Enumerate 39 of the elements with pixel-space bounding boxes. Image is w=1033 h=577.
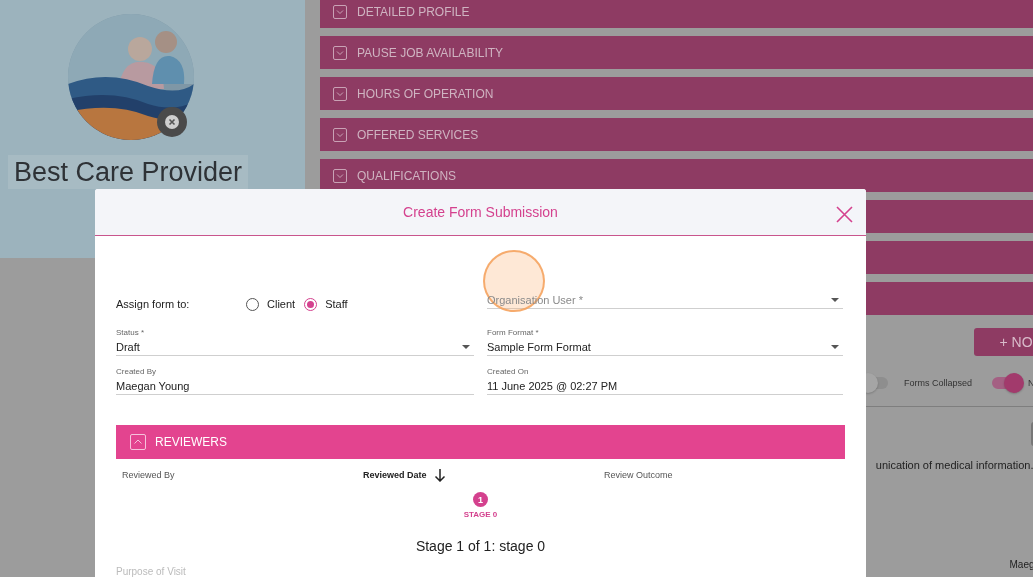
field-label: Created On	[487, 367, 530, 377]
close-icon	[836, 206, 853, 223]
radio-option[interactable]: Client	[246, 297, 296, 311]
close-button[interactable]	[836, 206, 853, 223]
section-header[interactable]: QUALIFICATIONS	[320, 159, 1033, 192]
column-header[interactable]: Review Outcome	[604, 470, 673, 480]
stage-label: STAGE 0	[463, 510, 498, 519]
caret-icon	[462, 344, 470, 349]
description-text: unication of medical information.	[875, 459, 1033, 471]
section-header[interactable]: OFFERED SERVICES	[320, 118, 1033, 151]
sort-down-icon	[433, 468, 446, 482]
stage-number[interactable]: 1	[473, 492, 488, 507]
input-field[interactable]: Maegan Young	[116, 377, 474, 395]
caret-icon	[831, 344, 839, 349]
caret-icon	[831, 297, 839, 302]
provider-name: Best Care Provider	[8, 155, 249, 189]
reviewers-header[interactable]: REVIEWERS	[116, 425, 845, 459]
input-field[interactable]: 11 June 2025 @ 02:27 PM	[487, 377, 843, 395]
column-header[interactable]: Reviewed Date	[363, 470, 427, 480]
remove-button[interactable]	[157, 107, 187, 137]
field-label: Form Format *	[487, 328, 540, 338]
field-label: Created By	[116, 367, 158, 377]
select-field[interactable]: Draft	[116, 338, 474, 356]
section-header[interactable]: PAUSE JOB AVAILABILITY	[320, 36, 1033, 69]
radio-option[interactable]: Staff	[304, 297, 348, 311]
field-label: Assign form to:	[116, 298, 191, 310]
toggle-label: Forms Collapsed	[904, 378, 973, 388]
section-header[interactable]: DETAILED PROFILE	[320, 0, 1033, 28]
name-text: Maeg	[1009, 559, 1033, 570]
dialog-title: Create Form Submission	[403, 204, 558, 220]
new-button[interactable]: + NO	[973, 328, 1033, 356]
select-field[interactable]: Sample Form Format	[487, 338, 843, 356]
stage-summary: Stage 1 of 1: stage 0	[414, 538, 547, 554]
field-label: Purpose of Visit	[116, 566, 187, 577]
section-header[interactable]: HOURS OF OPERATION	[320, 77, 1033, 110]
field-label: Status *	[116, 328, 145, 338]
column-header[interactable]: Reviewed By	[122, 470, 175, 480]
toggle-label: N	[1028, 378, 1033, 388]
close-icon	[165, 115, 179, 129]
